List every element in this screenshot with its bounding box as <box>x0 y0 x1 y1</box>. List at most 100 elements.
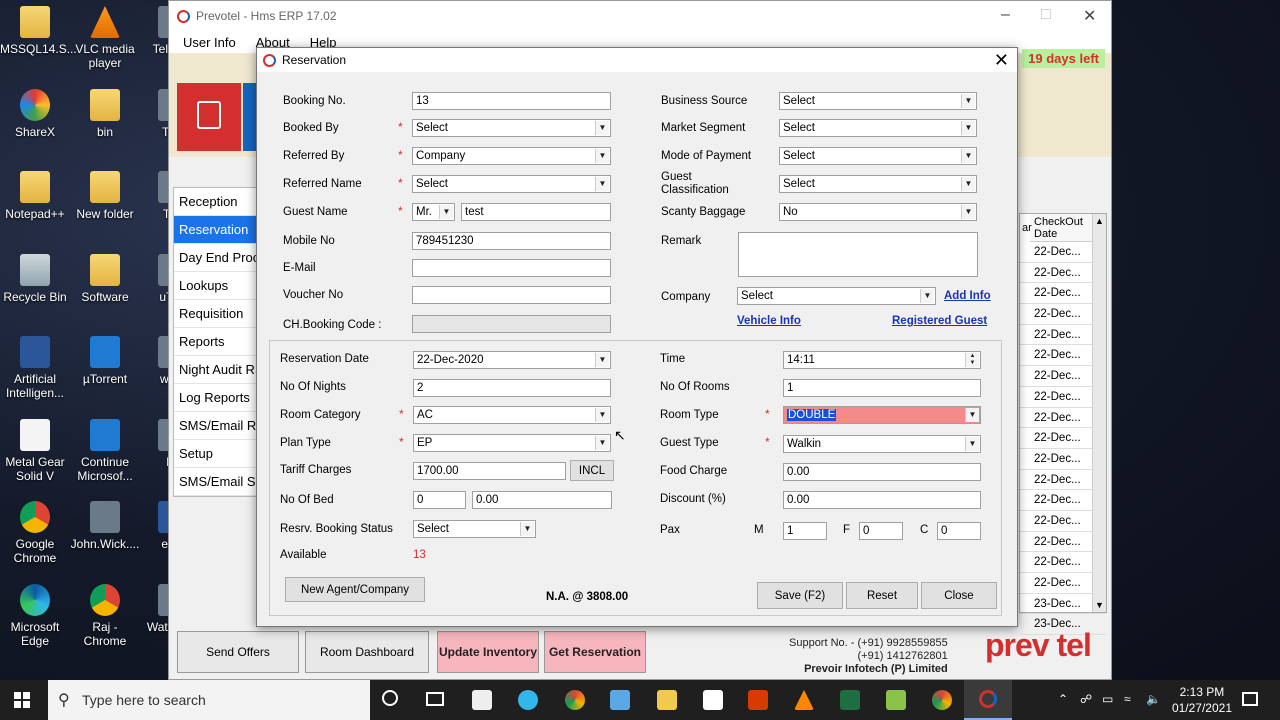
dropdown-arrow-icon[interactable]: ▼ <box>961 205 975 219</box>
nav-item-reservation[interactable]: Reservation <box>174 216 264 244</box>
tariff-charges-input[interactable]: 1700.00 <box>413 462 566 480</box>
dropdown-arrow-icon[interactable]: ▼ <box>961 121 975 135</box>
guest-name-input[interactable]: test <box>461 203 611 221</box>
desktop-icon[interactable]: John.Wick.... <box>70 501 140 551</box>
nav-item-reception[interactable]: Reception <box>174 188 264 216</box>
get-reservation-button[interactable]: Get Reservation <box>544 631 646 673</box>
desktop-icon[interactable]: bin <box>70 88 140 139</box>
desktop-icon[interactable]: µTorrent <box>70 336 140 386</box>
office-icon[interactable] <box>748 690 768 710</box>
guest-title-select[interactable]: Mr. ▼ <box>412 203 455 221</box>
dropdown-arrow-icon[interactable]: ▼ <box>920 289 934 303</box>
dialog-titlebar[interactable]: Reservation <box>257 48 1017 72</box>
market-segment-select[interactable]: Select ▼ <box>779 119 977 137</box>
desktop-icon[interactable]: Raj - Chrome <box>70 583 140 648</box>
new-agent-company-button[interactable]: New Agent/Company <box>285 577 425 602</box>
desktop-icon[interactable]: Google Chrome <box>0 501 70 565</box>
prevotel-taskbar-button[interactable] <box>964 680 1012 720</box>
nav-item-setup[interactable]: Setup <box>174 440 264 468</box>
add-info-link[interactable]: Add Info <box>944 290 991 302</box>
pax-f-input[interactable]: 0 <box>859 522 903 540</box>
blue-tile[interactable] <box>243 83 257 151</box>
dropdown-arrow-icon[interactable]: ▼ <box>961 177 975 191</box>
dropdown-arrow-icon[interactable]: ▼ <box>439 205 453 219</box>
minimize-icon[interactable]: – <box>1001 6 1010 24</box>
spinner-arrows-icon[interactable]: ▲ ▼ <box>965 353 979 367</box>
no-of-rooms-input[interactable]: 1 <box>783 379 981 397</box>
nav-item-reports[interactable]: Reports <box>174 328 264 356</box>
desktop-icon[interactable]: Metal Gear Solid V <box>0 418 70 483</box>
scroll-up-icon[interactable]: ▲ <box>1093 216 1106 226</box>
nav-item-lookups[interactable]: Lookups <box>174 272 264 300</box>
remark-textarea[interactable] <box>738 232 978 277</box>
scroll-down-icon[interactable]: ▼ <box>1093 600 1106 610</box>
voucher-no-input[interactable] <box>412 286 611 304</box>
incl-button[interactable]: INCL <box>570 460 614 481</box>
pax-c-input[interactable]: 0 <box>937 522 981 540</box>
reservation-date-picker[interactable]: 22-Dec-2020 ▼ <box>413 351 611 369</box>
no-of-nights-input[interactable]: 2 <box>413 379 611 397</box>
file-explorer-icon[interactable] <box>657 690 677 710</box>
dropdown-arrow-icon[interactable]: ▼ <box>595 353 609 367</box>
pax-m-input[interactable]: 1 <box>783 522 827 540</box>
update-inventory-button[interactable]: Update Inventory <box>437 631 539 673</box>
app-taskbar-icon[interactable] <box>610 690 630 710</box>
reset-button[interactable]: Reset <box>846 582 918 609</box>
scanty-baggage-select[interactable]: No ▼ <box>779 203 977 221</box>
cortana-icon[interactable] <box>382 690 398 706</box>
booking-no-input[interactable]: 13 <box>412 92 611 110</box>
menu-user-info[interactable]: User Info <box>183 35 236 50</box>
booking-status-select[interactable]: Select ▼ <box>413 520 536 538</box>
chrome-taskbar-icon[interactable] <box>565 690 585 710</box>
email-input[interactable] <box>412 259 611 277</box>
dropdown-arrow-icon[interactable]: ▼ <box>961 149 975 163</box>
reception-tile[interactable] <box>177 83 241 151</box>
dropdown-arrow-icon[interactable]: ▼ <box>520 522 534 536</box>
room-type-select[interactable]: DOUBLE ▼ <box>783 406 981 424</box>
referred-name-select[interactable]: Select ▼ <box>412 175 611 193</box>
dropdown-arrow-icon[interactable]: ▼ <box>595 121 609 135</box>
booked-by-select[interactable]: Select ▼ <box>412 119 611 137</box>
system-clock[interactable]: 2:13 PM 01/27/2021 <box>1172 684 1232 716</box>
referred-by-select[interactable]: Company ▼ <box>412 147 611 165</box>
nav-item-requisition[interactable]: Requisition <box>174 300 264 328</box>
excel-icon[interactable] <box>840 690 860 710</box>
dropdown-arrow-icon[interactable]: ▼ <box>595 149 609 163</box>
desktop-icon[interactable]: Recycle Bin <box>0 253 70 304</box>
dialog-close-icon[interactable]: ✕ <box>994 50 1009 71</box>
grid-header-checkout[interactable]: CheckOut Date <box>1030 214 1094 242</box>
no-of-bed-input[interactable]: 0 <box>413 491 466 509</box>
notifications-icon[interactable] <box>1242 692 1258 706</box>
desktop-icon[interactable]: Notepad++ <box>0 171 70 221</box>
plan-type-select[interactable]: EP ▼ <box>413 434 611 452</box>
dropdown-arrow-icon[interactable]: ▼ <box>595 436 609 450</box>
time-spinner[interactable]: 14:11 ▲ ▼ <box>783 351 981 369</box>
desktop-icon[interactable]: Continue Microsof... <box>70 418 140 483</box>
mail-icon[interactable] <box>472 690 492 710</box>
desktop-icon[interactable]: VLC media player <box>70 6 140 70</box>
desktop-icon[interactable]: Microsoft Edge <box>0 583 70 648</box>
show-hidden-icons-icon[interactable]: ⌃ <box>1058 692 1068 706</box>
vehicle-info-link[interactable]: Vehicle Info <box>737 315 801 327</box>
windows-start-icon[interactable] <box>14 692 30 708</box>
grid-scrollbar[interactable]: ▲ ▼ <box>1092 214 1106 612</box>
app-titlebar[interactable]: Prevotel - Hms ERP 17.02 <box>169 1 1111 31</box>
volume-icon[interactable]: 🔈 <box>1146 692 1161 706</box>
desktop-icon[interactable]: Artificial Intelligen... <box>0 336 70 400</box>
bed-charge-input[interactable]: 0.00 <box>472 491 612 509</box>
nav-item-sms-email-se[interactable]: SMS/Email Se <box>174 468 264 496</box>
maximize-icon[interactable]: □ <box>1041 6 1051 24</box>
dropdown-arrow-icon[interactable]: ▼ <box>965 408 979 422</box>
close-icon[interactable]: ✕ <box>1083 6 1096 26</box>
store-icon[interactable] <box>703 690 723 710</box>
dropdown-arrow-icon[interactable]: ▼ <box>595 408 609 422</box>
registered-guest-link[interactable]: Registered Guest <box>892 315 987 327</box>
mobile-no-input[interactable]: 789451230 <box>412 232 611 250</box>
nav-item-log-reports[interactable]: Log Reports <box>174 384 264 412</box>
dropdown-arrow-icon[interactable]: ▼ <box>965 437 979 451</box>
mode-of-payment-select[interactable]: Select ▼ <box>779 147 977 165</box>
nav-item-sms-email-re[interactable]: SMS/Email Re <box>174 412 264 440</box>
network-icon[interactable]: ☍ <box>1080 692 1092 706</box>
search-box[interactable]: ⚲ Type here to search <box>48 680 370 720</box>
discount-input[interactable]: 0.00 <box>783 491 981 509</box>
